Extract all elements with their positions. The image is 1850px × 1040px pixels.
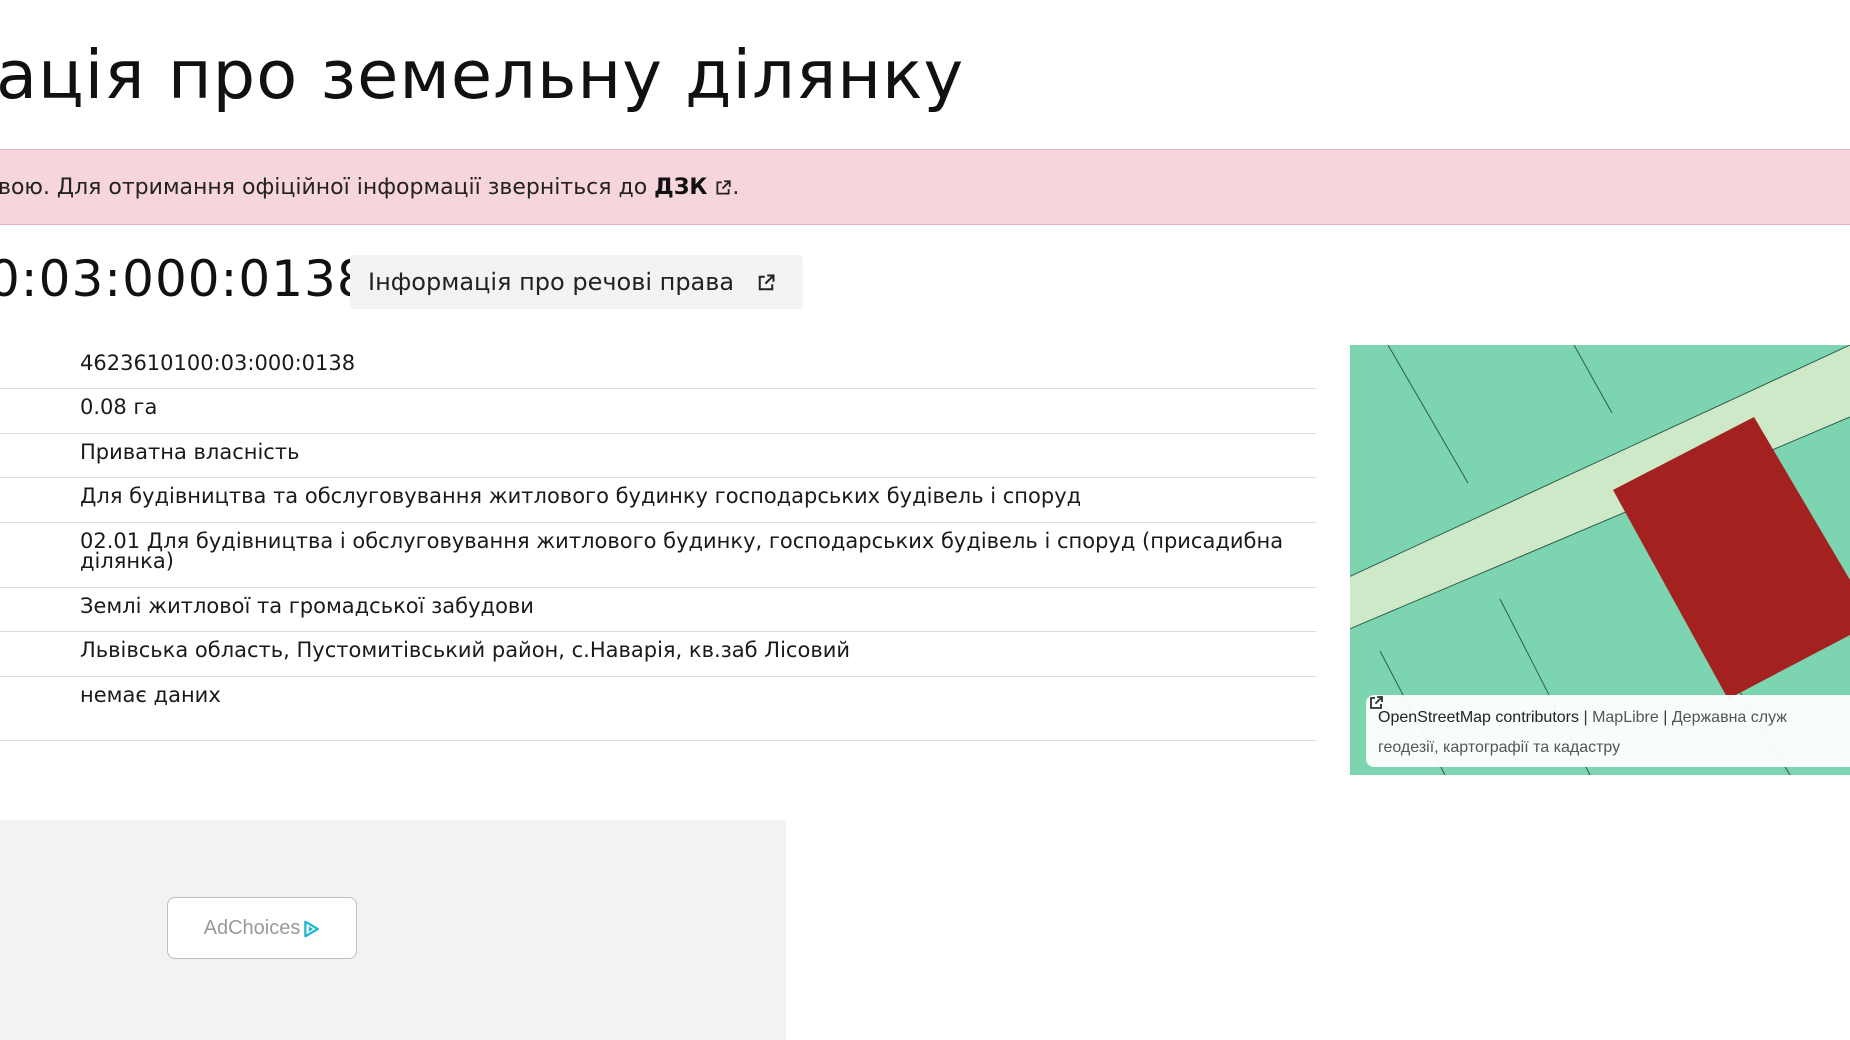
external-link-icon	[758, 274, 775, 291]
info-row-no-data: немає даних	[0, 677, 1316, 741]
notice-suffix: .	[732, 175, 740, 200]
info-row-ownership: Приватна власність	[0, 434, 1316, 478]
agency-link[interactable]: Державна служ	[1672, 709, 1787, 726]
agency-link-line2[interactable]: геодезії, картографії та кадастру	[1378, 739, 1620, 756]
adchoices-icon	[304, 920, 320, 938]
cadastral-number-value: 4623610100:03:000:0138	[80, 351, 356, 375]
ad-container: AdChoices	[0, 820, 786, 1040]
page: ація про земельну ділянку вою. Для отрим…	[0, 0, 1850, 1040]
address-value: Львівська область, Пустомитівський район…	[80, 638, 850, 662]
no-data-value: немає даних	[80, 683, 221, 707]
notice-text-wrap: вою. Для отримання офіційної інформації …	[0, 150, 739, 226]
dzk-link[interactable]: ДЗК	[654, 175, 707, 200]
notice-text: вою. Для отримання офіційної інформації …	[0, 175, 655, 200]
info-row-purpose: Для будівництва та обслуговування житлов…	[0, 478, 1316, 523]
attribution-separator: |	[1583, 709, 1588, 726]
purpose-value: Для будівництва та обслуговування житлов…	[80, 484, 1082, 508]
cadastral-number-header: 0:03:000:0138	[0, 250, 370, 308]
external-link-icon[interactable]	[1368, 695, 1384, 711]
area-value: 0.08 га	[80, 395, 158, 419]
info-row-area: 0.08 га	[0, 389, 1316, 434]
adchoices-button[interactable]: AdChoices	[167, 897, 357, 959]
adchoices-label: AdChoices	[203, 917, 301, 939]
info-row-land-category: Землі житлової та громадської забудови	[0, 588, 1316, 632]
property-rights-button[interactable]: Інформація про речові права	[350, 255, 803, 309]
land-category-value: Землі житлової та громадської забудови	[80, 594, 534, 618]
parcel-info-table: 4623610100:03:000:0138 0.08 га Приватна …	[0, 345, 1316, 741]
property-rights-label: Інформація про речові права	[368, 268, 735, 296]
ownership-value: Приватна власність	[80, 440, 300, 464]
info-row-address: Львівська область, Пустомитівський район…	[0, 632, 1316, 677]
osm-attribution: OpenStreetMap contributors	[1378, 709, 1579, 726]
external-link-icon[interactable]	[714, 179, 732, 197]
map-attribution: OpenStreetMap contributors | MapLibre | …	[1366, 695, 1850, 767]
info-row-purpose-code: 02.01 Для будівництва і обслуговування ж…	[0, 523, 1316, 588]
maplibre-link[interactable]: MapLibre	[1592, 709, 1659, 726]
attribution-separator: |	[1663, 709, 1668, 726]
page-title: ація про земельну ділянку	[0, 36, 965, 114]
notice-banner: вою. Для отримання офіційної інформації …	[0, 149, 1850, 225]
purpose-code-value: 02.01 Для будівництва і обслуговування ж…	[80, 529, 1284, 573]
info-row-cadastral-number: 4623610100:03:000:0138	[0, 345, 1316, 389]
parcel-map[interactable]: OpenStreetMap contributors | MapLibre | …	[1350, 345, 1850, 775]
